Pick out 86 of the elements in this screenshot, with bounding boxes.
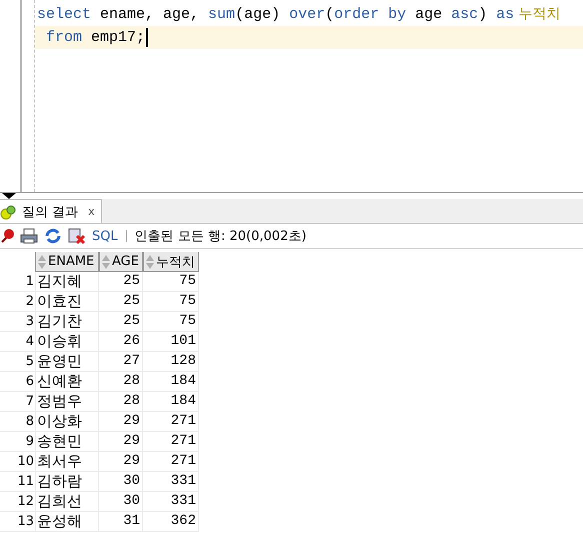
fetch-status: 인출된 모든 행: 20(0,002초) xyxy=(134,228,306,245)
column-title: 누적치 xyxy=(156,254,195,270)
table-cell: 331 xyxy=(143,492,199,512)
sql-keyword: select xyxy=(37,5,92,25)
sql-keyword: from xyxy=(45,28,82,48)
table-cell: 128 xyxy=(143,352,199,372)
row-number: 11 xyxy=(0,472,35,492)
sql-keyword: asc xyxy=(451,5,478,25)
sql-keyword: as xyxy=(496,5,514,25)
code-text: ename, age, xyxy=(99,5,200,25)
table-cell: 30 xyxy=(99,492,143,512)
row-number: 8 xyxy=(0,412,35,432)
table-cell: 최서우 xyxy=(35,452,99,472)
table-cell: 25 xyxy=(99,272,143,292)
sql-keyword: sum xyxy=(208,5,236,25)
table-cell: 25 xyxy=(99,292,143,312)
table-cell: 이승휘 xyxy=(35,332,99,352)
table-cell: 25 xyxy=(99,312,143,332)
row-number: 5 xyxy=(0,352,35,372)
table-cell: 윤성해 xyxy=(35,512,99,532)
table-cell: 75 xyxy=(143,312,199,332)
table-cell: 271 xyxy=(143,432,199,452)
table-cell: 29 xyxy=(99,432,143,452)
column-alias: 누적치 xyxy=(518,5,561,24)
table-cell: 29 xyxy=(99,412,143,432)
sort-icon xyxy=(38,254,46,268)
table-cell: 26 xyxy=(99,332,143,352)
pin-icon[interactable] xyxy=(0,228,14,244)
table-cell: 이상화 xyxy=(35,412,99,432)
print-icon[interactable] xyxy=(20,228,38,244)
code-text: emp17; xyxy=(90,28,146,48)
row-number: 6 xyxy=(0,372,35,392)
sql-keyword: order by xyxy=(334,5,406,25)
code-text: ( xyxy=(325,5,334,25)
clear-icon[interactable] xyxy=(68,228,86,244)
query-icon xyxy=(0,204,18,220)
code-text: age xyxy=(414,5,444,25)
table-cell: 75 xyxy=(143,272,199,292)
table-cell: 신예환 xyxy=(35,372,99,392)
table-cell: 김지혜 xyxy=(35,272,99,292)
results-tab[interactable]: 질의 결과 x xyxy=(0,199,102,223)
row-number: 4 xyxy=(0,332,35,352)
column-title: ENAME xyxy=(48,254,94,269)
tab-label: 질의 결과 xyxy=(22,204,78,220)
table-cell: 271 xyxy=(143,412,199,432)
table-cell: 27 xyxy=(99,352,143,372)
column-title: AGE xyxy=(112,254,139,269)
table-cell: 김희선 xyxy=(35,492,99,512)
table-cell: 28 xyxy=(99,372,143,392)
column-header[interactable]: 누적치 xyxy=(143,252,199,272)
table-cell: 184 xyxy=(143,372,199,392)
table-cell: 정범우 xyxy=(35,392,99,412)
row-number: 10 xyxy=(0,452,35,472)
table-cell: 184 xyxy=(143,392,199,412)
table-cell: 김기찬 xyxy=(35,312,99,332)
row-number: 7 xyxy=(0,392,35,412)
row-number: 3 xyxy=(0,312,35,332)
column-header[interactable]: AGE xyxy=(99,252,143,272)
table-cell: 271 xyxy=(143,452,199,472)
row-number: 12 xyxy=(0,492,35,512)
column-header[interactable]: ENAME xyxy=(35,252,99,272)
table-cell: 331 xyxy=(143,472,199,492)
row-number: 13 xyxy=(0,512,35,532)
sql-keyword: over xyxy=(289,5,326,25)
table-cell: 이효진 xyxy=(35,292,99,312)
table-cell: 29 xyxy=(99,452,143,472)
row-number: 9 xyxy=(0,432,35,452)
table-cell: 101 xyxy=(143,332,199,352)
sort-icon xyxy=(146,254,154,268)
row-number: 1 xyxy=(0,272,35,292)
text-cursor xyxy=(146,28,148,47)
refresh-icon[interactable] xyxy=(44,228,62,244)
code-text: (age) xyxy=(235,5,282,25)
table-cell: 송현민 xyxy=(35,432,99,452)
table-cell: 75 xyxy=(143,292,199,312)
table-cell: 30 xyxy=(99,472,143,492)
code-text: ) xyxy=(478,5,488,25)
close-icon[interactable]: x xyxy=(88,205,95,218)
table-cell: 28 xyxy=(99,392,143,412)
row-number: 2 xyxy=(0,292,35,312)
table-cell: 362 xyxy=(143,512,199,532)
table-cell: 윤영민 xyxy=(35,352,99,372)
sql-link[interactable]: SQL xyxy=(92,228,118,244)
sort-icon xyxy=(102,254,110,268)
table-cell: 김하람 xyxy=(35,472,99,492)
table-cell: 31 xyxy=(99,512,143,532)
